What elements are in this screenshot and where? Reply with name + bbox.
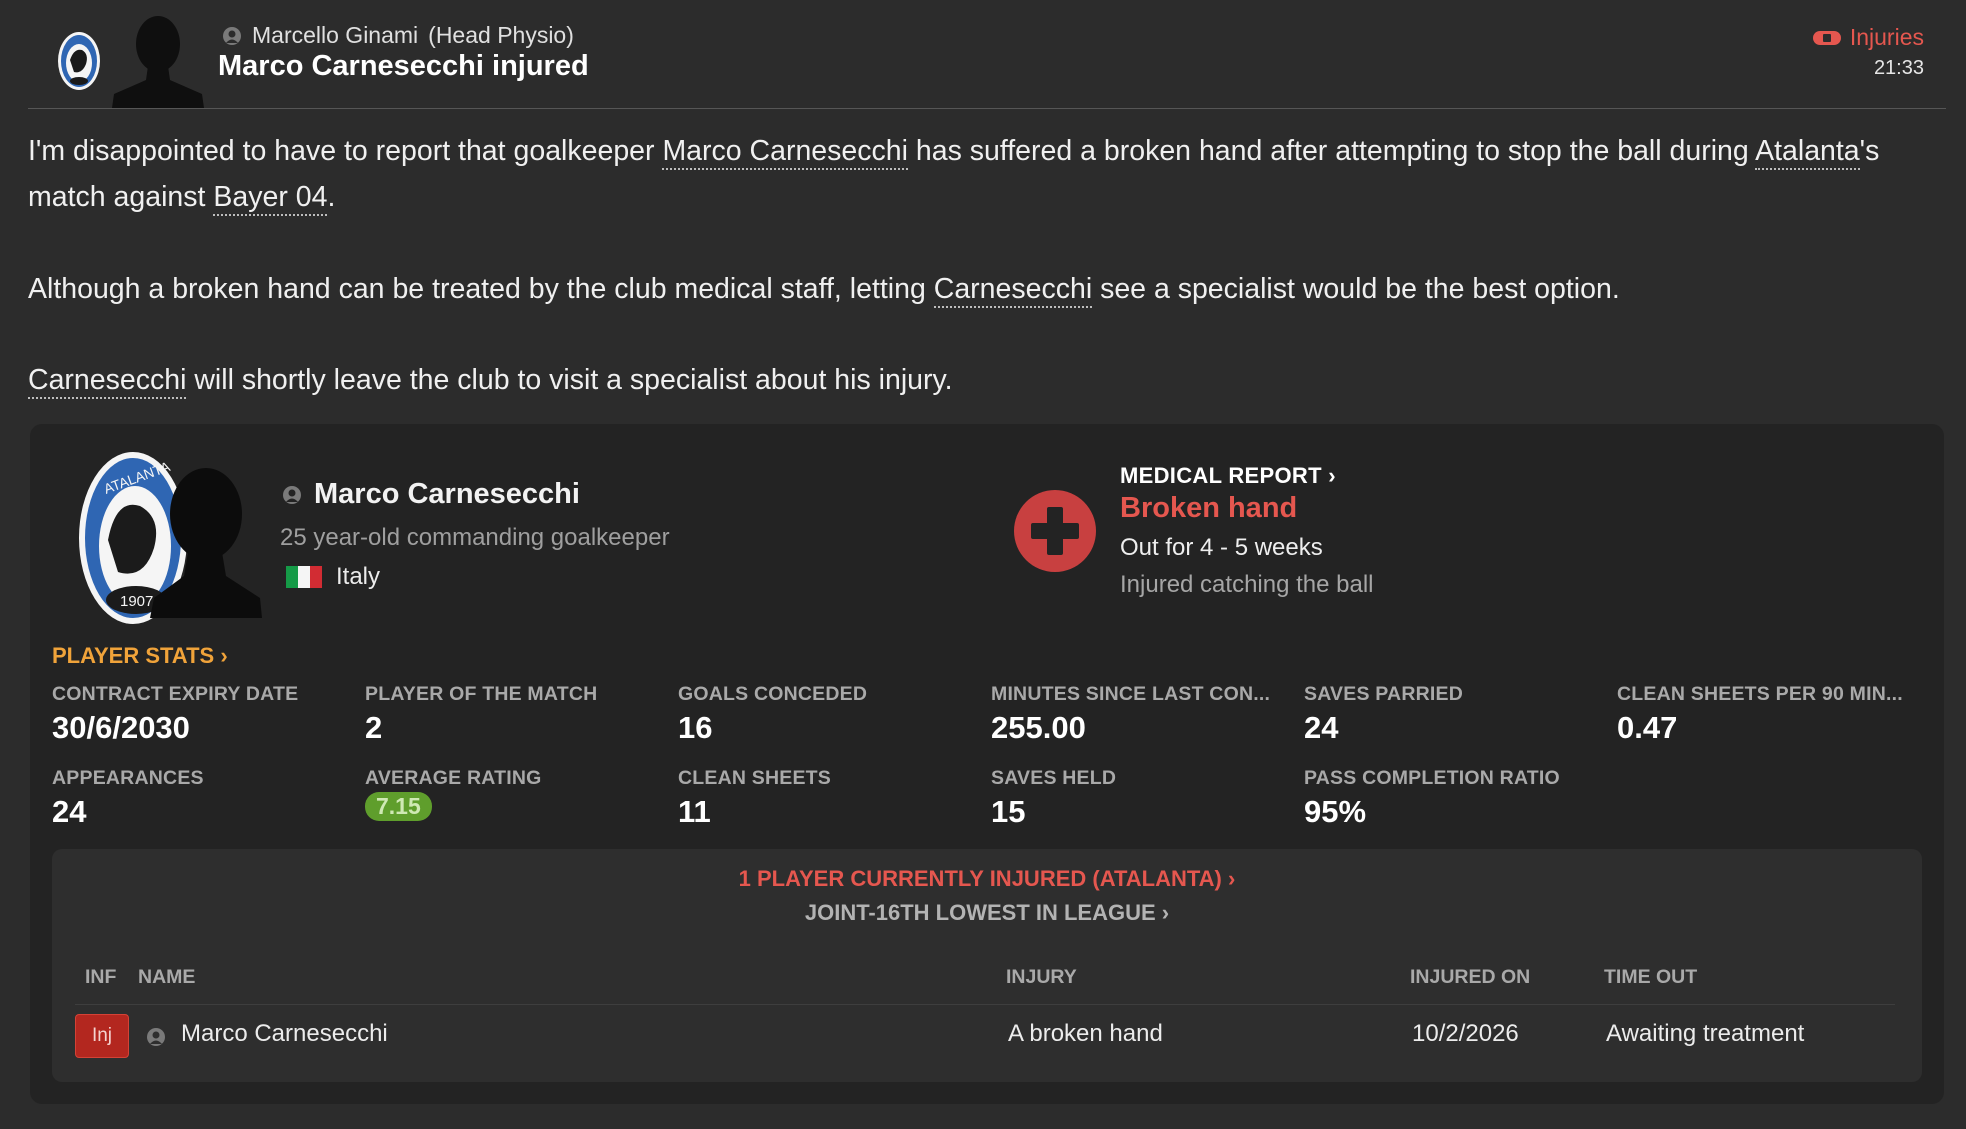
sender-role: (Head Physio) xyxy=(428,22,574,48)
message-title: Marco Carnesecchi injured xyxy=(218,50,589,82)
stat-label: SAVES PARRIED xyxy=(1304,683,1463,705)
player-link[interactable]: Carnesecchi xyxy=(28,364,187,399)
table-cell-injury: A broken hand xyxy=(1008,1020,1163,1047)
stat-appearances: APPEARANCES 24 xyxy=(52,767,352,830)
header-divider xyxy=(28,108,1946,109)
text: I'm disappointed to have to report that … xyxy=(28,135,663,167)
column-header-name[interactable]: NAME xyxy=(138,966,195,989)
chevron-right-icon: › xyxy=(1228,866,1236,891)
player-portrait[interactable] xyxy=(142,458,262,618)
stat-value: 24 xyxy=(52,794,87,829)
text: has suffered a broken hand after attempt… xyxy=(907,135,1756,167)
stat-average-rating: AVERAGE RATING 7.15 xyxy=(365,767,665,821)
text: will shortly leave the club to visit a s… xyxy=(186,364,953,396)
stat-label: MINUTES SINCE LAST CON... xyxy=(991,683,1271,705)
column-header-time-out[interactable]: TIME OUT xyxy=(1604,966,1697,989)
column-header-injury[interactable]: INJURY xyxy=(1006,966,1077,989)
table-cell-injured-on: 10/2/2026 xyxy=(1412,1020,1519,1047)
injured-count-link[interactable]: 1 PLAYER CURRENTLY INJURED (ATALANTA) › xyxy=(52,866,1922,892)
message-paragraph-2: Although a broken hand can be treated by… xyxy=(28,266,1928,312)
player-name: Marco Carnesecchi xyxy=(314,478,580,510)
nation-name: Italy xyxy=(336,563,381,590)
stat-label: CONTRACT EXPIRY DATE xyxy=(52,683,299,705)
club-link[interactable]: Atalanta xyxy=(1755,135,1860,170)
stat-label: CLEAN SHEETS PER 90 MIN... xyxy=(1617,683,1903,705)
player-link[interactable]: Marco Carnesecchi xyxy=(662,135,908,170)
message-time: 21:33 xyxy=(1873,57,1924,79)
league-rank-label: JOINT-16TH LOWEST IN LEAGUE xyxy=(804,900,1156,925)
stat-value: 15 xyxy=(991,794,1026,829)
chevron-right-icon: › xyxy=(220,643,228,668)
chevron-right-icon: › xyxy=(1328,463,1336,488)
injury-duration: Out for 4 - 5 weeks xyxy=(1120,534,1323,561)
stat-contract-expiry: CONTRACT EXPIRY DATE 30/6/2030 xyxy=(52,683,352,746)
message-sender[interactable]: Marcello Ginami (Head Physio) xyxy=(222,22,574,49)
stat-label: APPEARANCES xyxy=(52,767,204,789)
stat-value: 255.00 xyxy=(991,710,1086,745)
stat-value: 30/6/2030 xyxy=(52,710,190,745)
stat-goals-conceded: GOALS CONCEDED 16 xyxy=(678,683,978,746)
stat-clean-sheets-per-90: CLEAN SHEETS PER 90 MIN... 0.47 xyxy=(1617,683,1917,746)
column-header-injured-on[interactable]: INJURED ON xyxy=(1410,966,1530,989)
person-icon xyxy=(283,485,301,504)
text: see a specialist would be the best optio… xyxy=(1092,273,1620,305)
stat-value: 0.47 xyxy=(1617,710,1678,745)
stat-value: 2 xyxy=(365,710,383,745)
category-label: Injuries xyxy=(1849,24,1924,50)
rating-badge: 7.15 xyxy=(365,792,432,821)
text: . xyxy=(327,181,336,213)
injured-count-label: 1 PLAYER CURRENTLY INJURED (ATALANTA) xyxy=(738,866,1222,891)
injury-type: Broken hand xyxy=(1120,492,1298,524)
player-nation[interactable]: Italy xyxy=(286,563,380,591)
text: Although a broken hand can be treated by… xyxy=(28,273,934,305)
medical-cross-icon xyxy=(1014,490,1096,572)
table-cell-time-out: Awaiting treatment xyxy=(1606,1020,1805,1047)
stat-value: 16 xyxy=(678,710,713,745)
injury-cause: Injured catching the ball xyxy=(1120,571,1374,598)
player-name-row[interactable]: Marco Carnesecchi xyxy=(282,478,580,511)
player-description: 25 year-old commanding goalkeeper xyxy=(280,524,670,551)
stat-label: PASS COMPLETION RATIO xyxy=(1304,767,1560,789)
bandage-icon xyxy=(1812,30,1841,45)
player-stats-label: PLAYER STATS xyxy=(52,643,215,668)
stat-label: AVERAGE RATING xyxy=(365,767,542,789)
column-header-inf[interactable]: INF xyxy=(85,966,116,989)
medical-report-label: MEDICAL REPORT xyxy=(1120,463,1322,488)
stat-value: 95% xyxy=(1304,794,1367,829)
chevron-right-icon: › xyxy=(1161,900,1170,925)
club-crest-icon[interactable] xyxy=(56,30,102,92)
stat-label: SAVES HELD xyxy=(991,767,1117,789)
stat-label: GOALS CONCEDED xyxy=(678,683,868,705)
stat-label: PLAYER OF THE MATCH xyxy=(365,683,598,705)
medical-report-link[interactable]: MEDICAL REPORT › xyxy=(1120,463,1336,489)
injury-status-badge[interactable]: Inj xyxy=(75,1014,129,1058)
message-paragraph-3: Carnesecchi will shortly leave the club … xyxy=(28,357,1928,403)
person-icon xyxy=(223,26,241,45)
sender-portrait xyxy=(112,16,204,108)
league-rank-link[interactable]: JOINT-16TH LOWEST IN LEAGUE › xyxy=(52,900,1922,926)
message-paragraph-1: I'm disappointed to have to report that … xyxy=(28,128,1928,220)
stat-label: CLEAN SHEETS xyxy=(678,767,832,789)
stat-value: 11 xyxy=(678,794,711,829)
stat-minutes-since-last-conceded: MINUTES SINCE LAST CON... 255.00 xyxy=(991,683,1291,746)
stat-saves-parried: SAVES PARRIED 24 xyxy=(1304,683,1604,746)
stat-player-of-match: PLAYER OF THE MATCH 2 xyxy=(365,683,665,746)
stat-saves-held: SAVES HELD 15 xyxy=(991,767,1291,830)
opponent-link[interactable]: Bayer 04 xyxy=(213,181,328,216)
table-cell-name[interactable]: Marco Carnesecchi xyxy=(181,1020,388,1048)
category-tag[interactable]: Injuries xyxy=(1812,24,1924,51)
table-divider xyxy=(75,1004,1895,1005)
player-link[interactable]: Carnesecchi xyxy=(933,273,1093,308)
stat-value: 24 xyxy=(1304,710,1339,745)
italy-flag-icon xyxy=(286,566,322,588)
player-stats-link[interactable]: PLAYER STATS › xyxy=(52,643,228,669)
stat-clean-sheets: CLEAN SHEETS 11 xyxy=(678,767,978,830)
sender-name: Marcello Ginami xyxy=(252,22,419,48)
stat-pass-completion: PASS COMPLETION RATIO 95% xyxy=(1304,767,1604,830)
person-icon xyxy=(147,1028,165,1046)
